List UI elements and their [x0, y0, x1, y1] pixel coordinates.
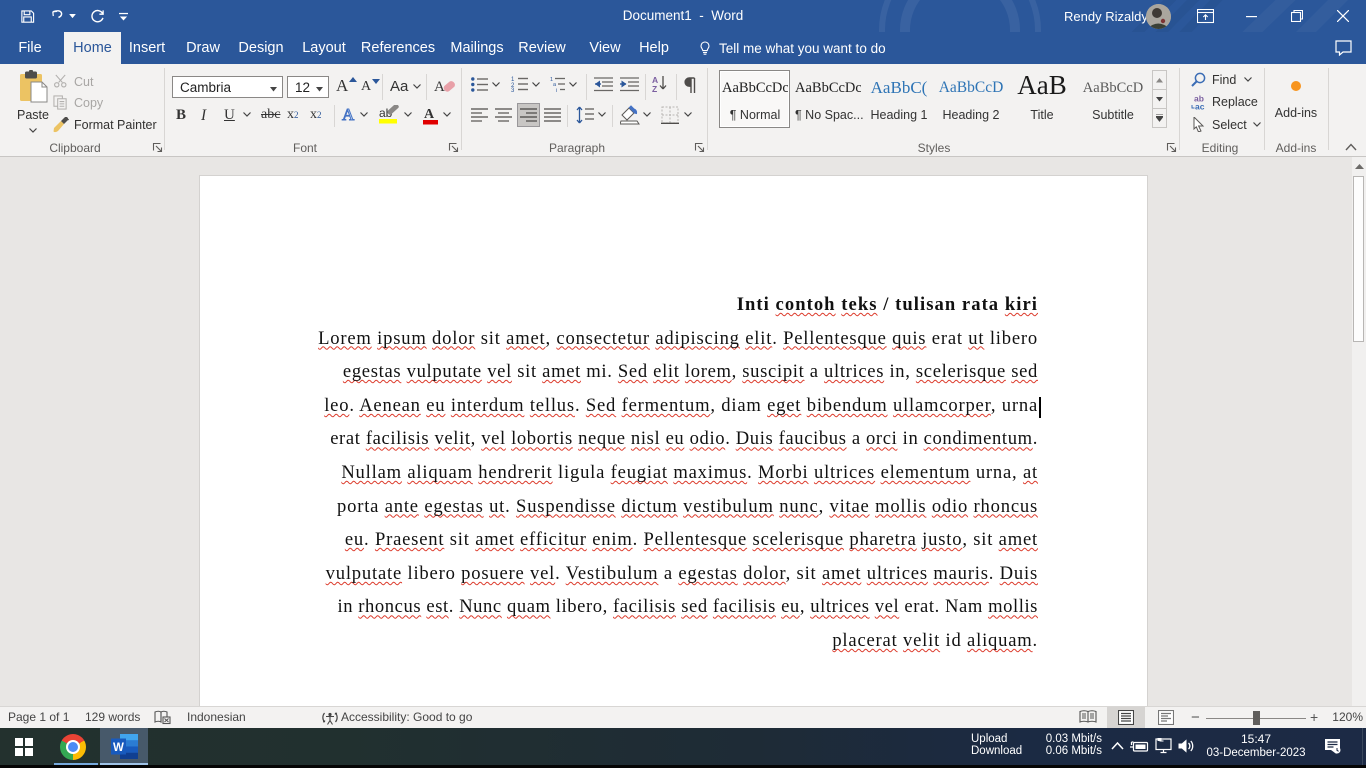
svg-text:i: i: [556, 88, 557, 92]
svg-text:A: A: [424, 107, 435, 122]
svg-text:3: 3: [511, 88, 515, 92]
svg-text:A: A: [434, 79, 445, 95]
svg-text:ac: ac: [1195, 102, 1205, 111]
svg-text:Z: Z: [652, 84, 657, 93]
svg-text:W: W: [113, 742, 124, 754]
